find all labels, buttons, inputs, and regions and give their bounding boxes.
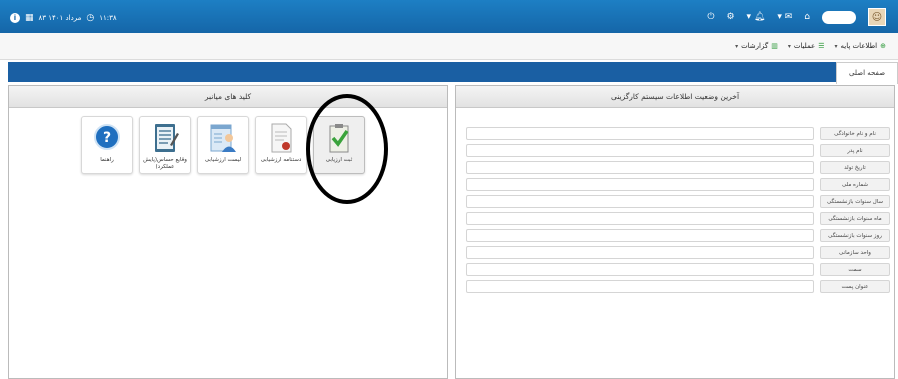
shortcut-critical-events[interactable]: وقایع حساس(پایش عملکرد) bbox=[139, 116, 191, 174]
menu-item-label: عملیات bbox=[793, 42, 816, 50]
user-name-pill[interactable] bbox=[822, 10, 856, 24]
help-icon: ? bbox=[94, 124, 120, 150]
field-row: روز سنوات بازنشستگی bbox=[466, 228, 892, 243]
field-label: شماره ملی bbox=[820, 178, 890, 191]
status-title: آخرین وضعیت اطلاعات سیستم کارگزینی bbox=[456, 86, 894, 108]
menu-item-label: گزارشات bbox=[741, 42, 769, 50]
menu-bar: ⊕ اطلاعات پایه ▾ ☰ عملیات ▾ ▥ گزارشات ▾ bbox=[0, 33, 898, 60]
field-value bbox=[466, 229, 814, 242]
menu-item-base-info[interactable]: ⊕ اطلاعات پایه ▾ bbox=[835, 42, 887, 50]
shortcut-label: وقایع حساس(پایش عملکرد) bbox=[143, 157, 187, 170]
status-panel: آخرین وضعیت اطلاعات سیستم کارگزینی نام و… bbox=[455, 85, 895, 379]
shortcut-label: لیست ارزشیابی bbox=[204, 157, 242, 163]
power-icon[interactable]: ⏻ bbox=[707, 9, 714, 25]
user-list-icon bbox=[210, 124, 236, 152]
field-row: شماره ملی bbox=[466, 177, 892, 192]
field-value bbox=[466, 195, 814, 208]
shortcut-help[interactable]: ? راهنما bbox=[81, 116, 133, 174]
bell-icon[interactable]: ▾ 🔔︎ bbox=[747, 9, 766, 25]
field-row: ماه سنوات بازنشستگی bbox=[466, 211, 892, 226]
chevron-down-icon: ▾ bbox=[834, 42, 838, 50]
field-label: ماه سنوات بازنشستگی bbox=[820, 212, 890, 225]
clock-icon: ◷ bbox=[86, 13, 95, 23]
top-bar-right: ⏻ ⚙ ▾ 🔔︎ ▾ ✉︎ ⌂ ☺ bbox=[707, 8, 886, 26]
field-value bbox=[466, 263, 814, 276]
shortcut-label: دستنامه ارزشیابی bbox=[260, 157, 302, 163]
menu-item-operations[interactable]: ☰ عملیات ▾ bbox=[788, 42, 825, 50]
field-label: نام پدر bbox=[820, 144, 890, 157]
tab-strip bbox=[8, 62, 840, 82]
shortcut-evaluation-manual[interactable]: دستنامه ارزشیابی bbox=[255, 116, 307, 174]
list-icon: ☰ bbox=[818, 42, 825, 50]
field-label: عنوان پست bbox=[820, 280, 890, 293]
field-label: نام و نام خانوادگی bbox=[820, 127, 890, 140]
avatar[interactable]: ☺ bbox=[868, 8, 886, 26]
plus-circle-icon: ⊕ bbox=[880, 42, 886, 50]
date-text: ۸۳ مرداد ۱۴۰۱ bbox=[38, 14, 82, 22]
field-value bbox=[466, 178, 814, 191]
menu-item-label: اطلاعات پایه bbox=[840, 42, 878, 50]
mail-icon[interactable]: ▾ ✉︎ bbox=[777, 9, 792, 25]
field-label: روز سنوات بازنشستگی bbox=[820, 229, 890, 242]
shortcuts-title: کلید های میانبر bbox=[9, 86, 447, 108]
chevron-down-icon: ▾ bbox=[735, 42, 739, 50]
shortcut-label: راهنما bbox=[100, 157, 114, 163]
field-row: واحد سازمانی bbox=[466, 245, 892, 260]
info-icon[interactable]: i bbox=[10, 13, 20, 23]
top-bar-left: i ▦ ۸۳ مرداد ۱۴۰۱ ◷ ۱۱:۳۸ bbox=[10, 10, 117, 26]
bar-chart-icon: ▥ bbox=[771, 42, 778, 50]
field-value bbox=[466, 280, 814, 293]
field-label: واحد سازمانی bbox=[820, 246, 890, 259]
menu-items: ⊕ اطلاعات پایه ▾ ☰ عملیات ▾ ▥ گزارشات ▾ bbox=[735, 42, 886, 50]
field-label: تاریخ تولد bbox=[820, 161, 890, 174]
field-value bbox=[466, 212, 814, 225]
field-value bbox=[466, 144, 814, 157]
field-row: سمت bbox=[466, 262, 892, 277]
certificate-icon bbox=[271, 123, 292, 153]
field-label: سال سنوات بازنشستگی bbox=[820, 195, 890, 208]
tab-home[interactable]: صفحه اصلی bbox=[836, 62, 898, 84]
field-label: سمت bbox=[820, 263, 890, 276]
field-row: تاریخ تولد bbox=[466, 160, 892, 175]
highlight-circle bbox=[306, 94, 388, 204]
field-value bbox=[466, 161, 814, 174]
gear-icon[interactable]: ⚙ bbox=[726, 9, 734, 25]
top-bar: i ▦ ۸۳ مرداد ۱۴۰۱ ◷ ۱۱:۳۸ ⏻ ⚙ ▾ 🔔︎ ▾ ✉︎ … bbox=[0, 0, 898, 33]
svg-text:?: ? bbox=[103, 130, 111, 146]
field-row: سال سنوات بازنشستگی bbox=[466, 194, 892, 209]
time-text: ۱۱:۳۸ bbox=[99, 14, 117, 22]
calendar-icon: ▦ bbox=[25, 13, 34, 23]
field-value bbox=[466, 127, 814, 140]
menu-item-reports[interactable]: ▥ گزارشات ▾ bbox=[735, 42, 778, 50]
chevron-down-icon: ▾ bbox=[787, 42, 791, 50]
shortcut-evaluation-list[interactable]: لیست ارزشیابی bbox=[197, 116, 249, 174]
field-row: نام پدر bbox=[466, 143, 892, 158]
field-row: نام و نام خانوادگی bbox=[466, 126, 892, 141]
field-row: عنوان پست bbox=[466, 279, 892, 294]
field-value bbox=[466, 246, 814, 259]
shortcuts-panel: کلید های میانبر ? راهنما وقایع حساس(پایش… bbox=[8, 85, 448, 379]
status-fields: نام و نام خانوادگی نام پدر تاریخ تولد شم… bbox=[466, 126, 892, 296]
home-icon[interactable]: ⌂ bbox=[804, 9, 810, 25]
notepad-icon bbox=[155, 124, 179, 152]
